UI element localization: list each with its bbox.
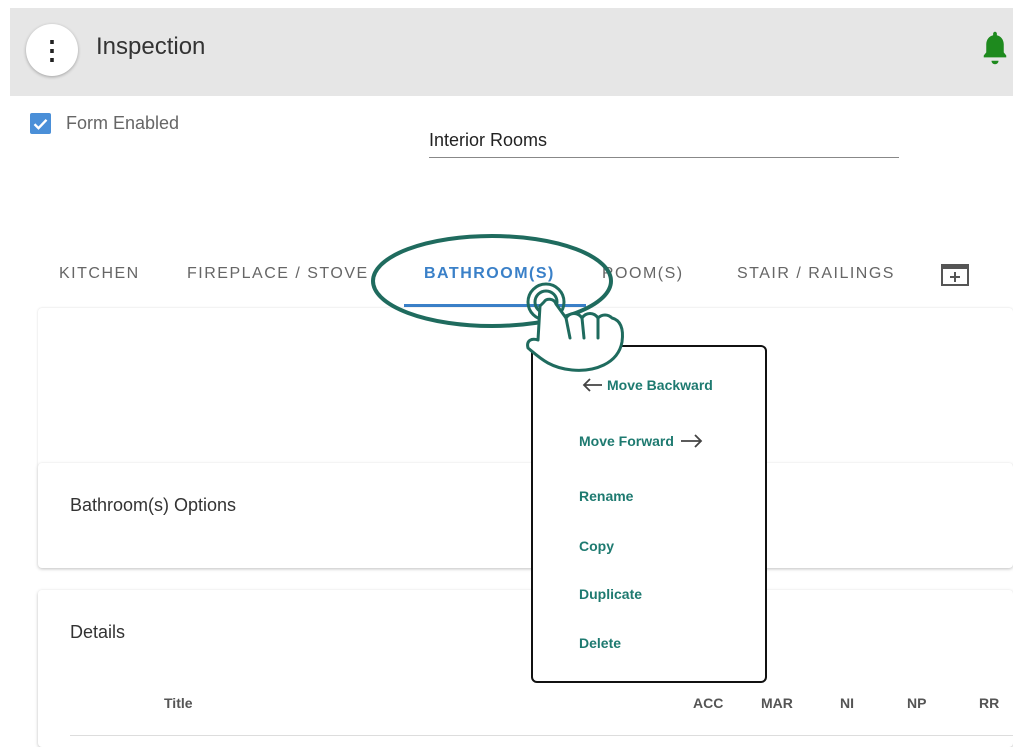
details-card-title: Details (70, 622, 126, 642)
move-forward-item[interactable]: Move Forward (579, 433, 704, 449)
details-card: Details Title ACC MAR NI NP RR (38, 590, 1013, 747)
move-backward-label: Move Backward (607, 377, 713, 393)
page-title: Inspection (96, 33, 206, 60)
form-enabled-label: Form Enabled (66, 113, 180, 133)
tab-kitchen[interactable]: KITCHEN (59, 265, 140, 283)
more-vert-icon[interactable]: ⋮ (26, 24, 78, 76)
table-divider (70, 735, 1013, 736)
move-backward-item[interactable]: Move Backward (581, 377, 713, 393)
copy-item[interactable]: Copy (579, 538, 614, 554)
options-card-title: Bathroom(s) Options (70, 495, 237, 515)
arrow-left-icon (582, 378, 602, 392)
options-card[interactable]: Bathroom(s) Options (38, 463, 1013, 568)
tab-stair-railings[interactable]: STAIR / RAILINGS (737, 265, 895, 283)
tab-rooms[interactable]: ROOM(S) (602, 265, 684, 283)
form-name-field[interactable]: Interior Rooms (429, 130, 899, 158)
tab-fireplace-stove[interactable]: FIREPLACE / STOVE (187, 265, 369, 283)
delete-item[interactable]: Delete (579, 635, 621, 651)
tab-content-panel (38, 308, 1013, 468)
column-header-ni: NI (840, 695, 854, 711)
column-header-rr: RR (979, 695, 1000, 711)
column-header-title: Title (164, 695, 193, 711)
tab-bathrooms[interactable]: BATHROOM(S) (424, 265, 555, 283)
tab-context-menu: Move Backward Move Forward Rename Copy D… (531, 345, 767, 683)
form-enabled-checkbox[interactable]: Form Enabled (30, 113, 179, 134)
checkbox-checked-icon[interactable] (30, 113, 51, 134)
active-tab-indicator (404, 304, 586, 307)
column-header-acc: ACC (693, 695, 724, 711)
column-header-np: NP (907, 695, 927, 711)
room-tabs: KITCHEN FIREPLACE / STOVE BATHROOM(S) RO… (40, 250, 1013, 310)
arrow-right-icon (680, 434, 703, 448)
move-forward-label: Move Forward (579, 433, 674, 449)
rename-item[interactable]: Rename (579, 488, 633, 504)
duplicate-item[interactable]: Duplicate (579, 586, 642, 602)
bell-icon[interactable] (980, 30, 1010, 66)
add-tab-icon[interactable] (941, 264, 969, 286)
app-bar: ⋮ Inspection (10, 8, 1013, 96)
column-header-mar: MAR (761, 695, 793, 711)
